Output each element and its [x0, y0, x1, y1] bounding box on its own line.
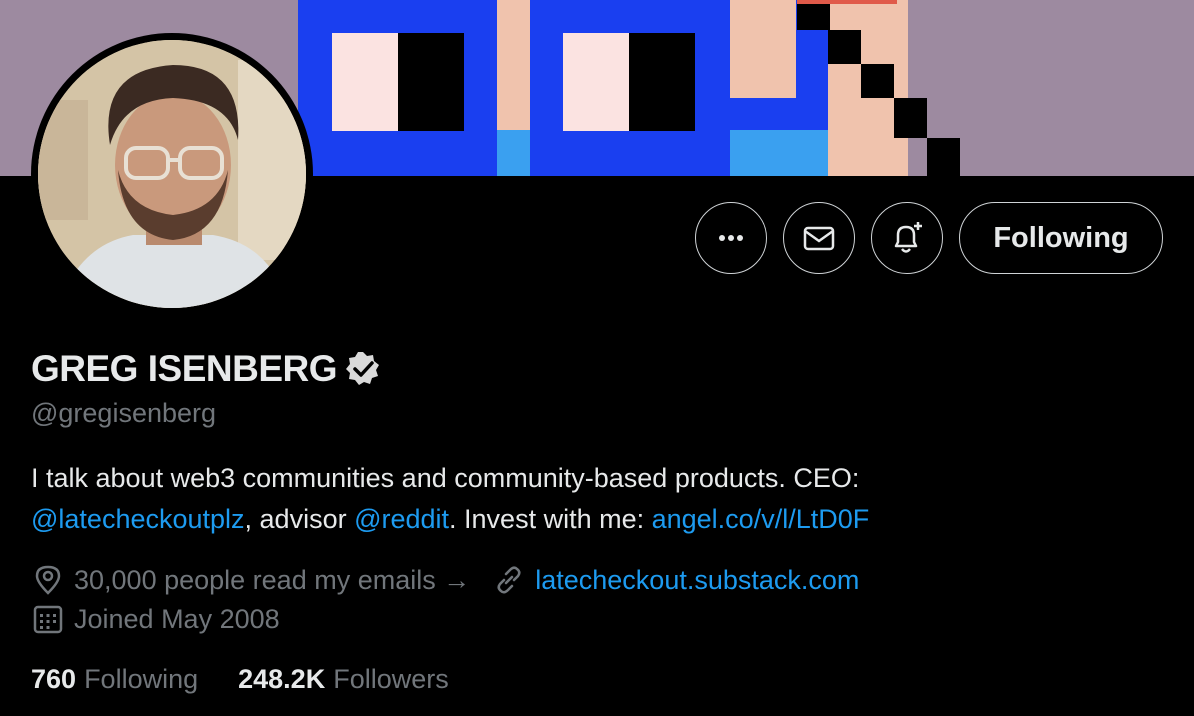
- following-count: 760: [31, 664, 77, 694]
- following-button[interactable]: Following: [959, 202, 1163, 274]
- bell-plus-icon: [894, 222, 922, 253]
- link-icon: [497, 566, 521, 594]
- follow-stats: 760 Following 248.2K Followers: [31, 664, 449, 695]
- display-name-row: GREG ISENBERG: [31, 348, 383, 390]
- following-stat[interactable]: 760 Following: [31, 664, 198, 695]
- bio-link[interactable]: angel.co/v/l/LtD0F: [652, 504, 870, 534]
- more-horizontal-icon: [719, 235, 743, 241]
- display-name: GREG ISENBERG: [31, 348, 338, 389]
- notifications-button[interactable]: [871, 202, 943, 274]
- followers-label: Followers: [333, 664, 449, 694]
- avatar-photo: [38, 40, 306, 308]
- more-button[interactable]: [695, 202, 767, 274]
- followers-stat[interactable]: 248.2K Followers: [238, 664, 449, 695]
- envelope-icon: [803, 226, 835, 251]
- message-button[interactable]: [783, 202, 855, 274]
- mention-latecheckoutplz[interactable]: @latecheckoutplz: [31, 504, 245, 534]
- following-label: Following: [84, 664, 199, 694]
- bio: I talk about web3 communities and commun…: [31, 463, 870, 534]
- location-text: 30,000 people read my emails →: [74, 564, 471, 595]
- website-link[interactable]: latecheckout.substack.com: [535, 565, 859, 596]
- joined-row: Joined May 2008: [31, 602, 280, 636]
- joined-date: Joined May 2008: [74, 603, 280, 634]
- handle: @gregisenberg: [31, 398, 217, 428]
- location-pin-icon: [35, 565, 61, 595]
- verified-badge-icon[interactable]: [343, 349, 383, 389]
- profile-meta-row: 30,000 people read my emails → latecheck…: [31, 563, 859, 597]
- followers-count: 248.2K: [238, 664, 326, 694]
- avatar[interactable]: [31, 33, 313, 315]
- mention-reddit[interactable]: @reddit: [354, 504, 449, 534]
- calendar-icon: [33, 605, 63, 634]
